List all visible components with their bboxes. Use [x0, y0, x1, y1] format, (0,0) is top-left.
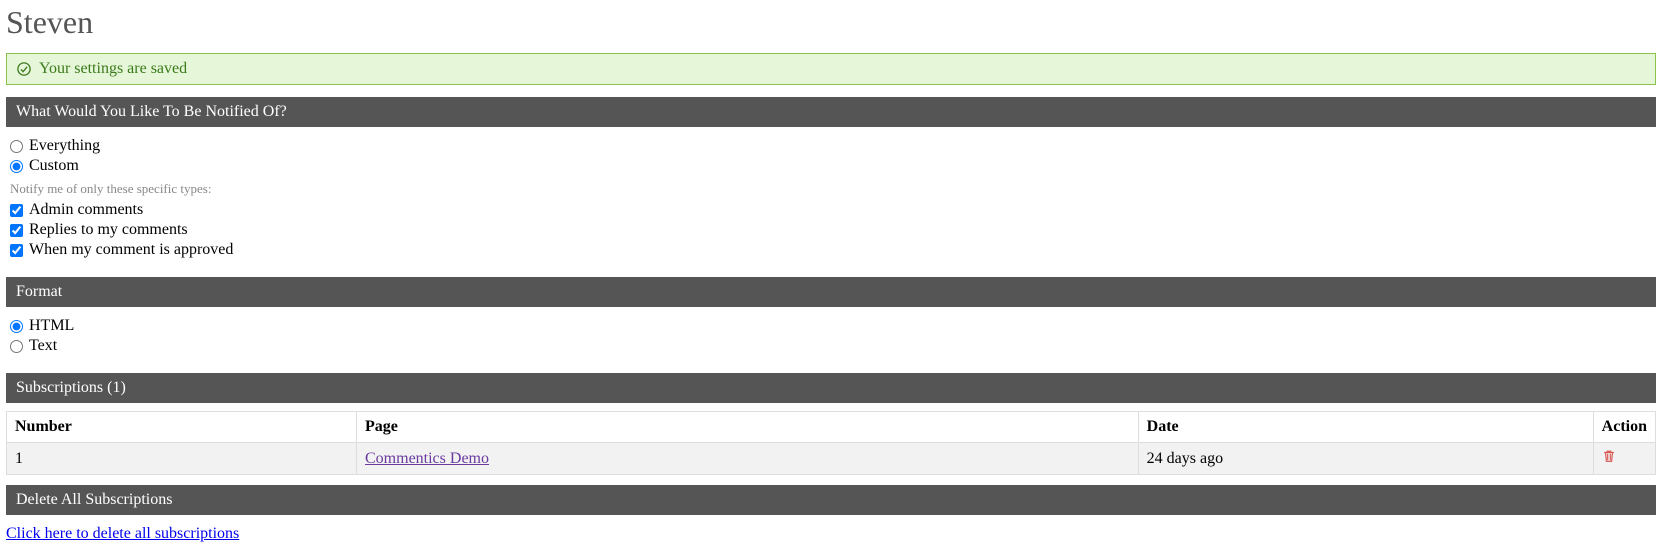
radio-everything[interactable]	[10, 140, 23, 153]
page-title: Steven	[6, 4, 1656, 41]
check-circle-icon	[17, 62, 31, 76]
section-header-format: Format	[6, 277, 1656, 307]
table-header-row: Number Page Date Action	[7, 412, 1656, 443]
page-link[interactable]: Commentics Demo	[365, 450, 489, 467]
table-row: 1 Commentics Demo 24 days ago	[7, 443, 1656, 475]
col-number: Number	[7, 412, 357, 443]
section-header-subscriptions: Subscriptions (1)	[6, 373, 1656, 403]
section-header-delete-all: Delete All Subscriptions	[6, 485, 1656, 515]
radio-everything-label: Everything	[29, 137, 100, 155]
cell-date: 24 days ago	[1138, 443, 1593, 475]
radio-text[interactable]	[10, 340, 23, 353]
radio-custom-label: Custom	[29, 157, 79, 175]
cell-action	[1593, 443, 1655, 475]
col-page: Page	[357, 412, 1139, 443]
notify-helper-text: Notify me of only these specific types:	[10, 181, 1652, 197]
col-date: Date	[1138, 412, 1593, 443]
check-replies-label: Replies to my comments	[29, 221, 188, 239]
radio-html-label: HTML	[29, 317, 74, 335]
section-header-notify: What Would You Like To Be Notified Of?	[6, 97, 1656, 127]
check-approved-label: When my comment is approved	[29, 241, 233, 259]
cell-page: Commentics Demo	[357, 443, 1139, 475]
alert-success: Your settings are saved	[6, 53, 1656, 85]
alert-text: Your settings are saved	[39, 60, 187, 78]
check-admin-comments-label: Admin comments	[29, 201, 143, 219]
section-body-notify: Everything Custom Notify me of only thes…	[6, 127, 1656, 267]
check-replies[interactable]	[10, 224, 23, 237]
trash-icon[interactable]	[1602, 449, 1616, 463]
section-body-format: HTML Text	[6, 307, 1656, 363]
check-approved[interactable]	[10, 244, 23, 257]
subscriptions-table: Number Page Date Action 1 Commentics Dem…	[6, 411, 1656, 475]
cell-number: 1	[7, 443, 357, 475]
delete-all-link[interactable]: Click here to delete all subscriptions	[6, 525, 239, 543]
check-admin-comments[interactable]	[10, 204, 23, 217]
col-action: Action	[1593, 412, 1655, 443]
radio-html[interactable]	[10, 320, 23, 333]
radio-text-label: Text	[29, 337, 57, 355]
radio-custom[interactable]	[10, 160, 23, 173]
